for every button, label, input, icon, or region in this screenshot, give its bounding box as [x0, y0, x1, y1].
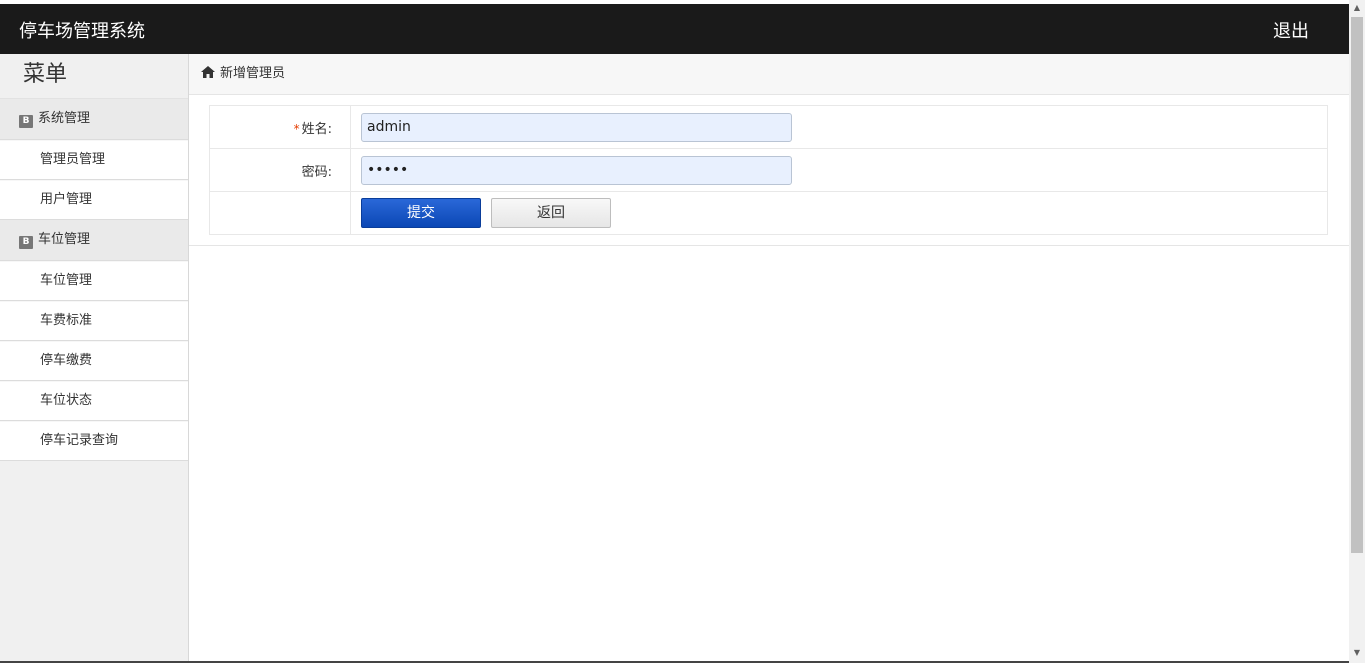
- sidebar-group-parking[interactable]: B 车位管理: [0, 220, 188, 261]
- sidebar-item-user-management[interactable]: 用户管理: [0, 180, 188, 220]
- name-input[interactable]: admin: [361, 112, 792, 142]
- password-label: 密码:: [301, 164, 332, 180]
- password-field-cell: •••••: [350, 148, 1328, 192]
- form-row-actions: 提交 返回: [209, 191, 1328, 235]
- breadcrumb-label: 新增管理员: [220, 66, 286, 81]
- sidebar-item-fee-standard[interactable]: 车费标准: [0, 301, 188, 341]
- group-icon: B: [19, 115, 33, 128]
- admin-form: * 姓名: admin 密码: ••••• 提交 返回: [209, 105, 1328, 235]
- actions-cell: 提交 返回: [350, 191, 1328, 235]
- sidebar-group-system[interactable]: B 系统管理: [0, 99, 188, 140]
- back-button[interactable]: 返回: [491, 198, 611, 228]
- group-icon: B: [19, 236, 33, 249]
- logout-button[interactable]: 退出: [1273, 17, 1309, 43]
- app-title: 停车场管理系统: [19, 21, 145, 42]
- sidebar-item-parking-records[interactable]: 停车记录查询: [0, 421, 188, 461]
- sidebar-item-space-management[interactable]: 车位管理: [0, 261, 188, 301]
- sidebar-item-admin-management[interactable]: 管理员管理: [0, 140, 188, 180]
- vertical-scrollbar[interactable]: ▲ ▼: [1349, 0, 1365, 663]
- scroll-down-arrow-icon[interactable]: ▼: [1349, 645, 1365, 661]
- form-container: * 姓名: admin 密码: ••••• 提交 返回: [189, 95, 1349, 246]
- sidebar-menu-title: 菜单: [0, 54, 188, 99]
- password-label-cell: 密码:: [209, 148, 351, 192]
- name-label-cell: * 姓名:: [209, 105, 351, 149]
- sidebar: 菜单 B 系统管理 管理员管理 用户管理 B 车位管理 车位管理 车费标准 停车缴费…: [0, 54, 189, 663]
- form-row-name: * 姓名: admin: [209, 105, 1328, 149]
- sidebar-group-label: 系统管理: [38, 111, 91, 126]
- breadcrumb: 新增管理员: [189, 54, 1349, 95]
- name-label: 姓名:: [301, 121, 332, 137]
- password-input[interactable]: •••••: [361, 155, 792, 185]
- submit-button[interactable]: 提交: [361, 198, 481, 228]
- sidebar-item-space-status[interactable]: 车位状态: [0, 381, 188, 421]
- scroll-thumb[interactable]: [1351, 17, 1363, 553]
- required-mark: *: [293, 121, 300, 136]
- actions-label-cell: [209, 191, 351, 235]
- sidebar-group-label: 车位管理: [38, 232, 91, 247]
- form-row-password: 密码: •••••: [209, 148, 1328, 192]
- top-header: 停车场管理系统 退出: [0, 4, 1349, 54]
- home-icon: [201, 66, 215, 78]
- main-content: 新增管理员 * 姓名: admin 密码: ••••• 提交 返回: [189, 54, 1349, 663]
- sidebar-item-parking-payment[interactable]: 停车缴费: [0, 341, 188, 381]
- scroll-up-arrow-icon[interactable]: ▲: [1349, 0, 1365, 16]
- name-field-cell: admin: [350, 105, 1328, 149]
